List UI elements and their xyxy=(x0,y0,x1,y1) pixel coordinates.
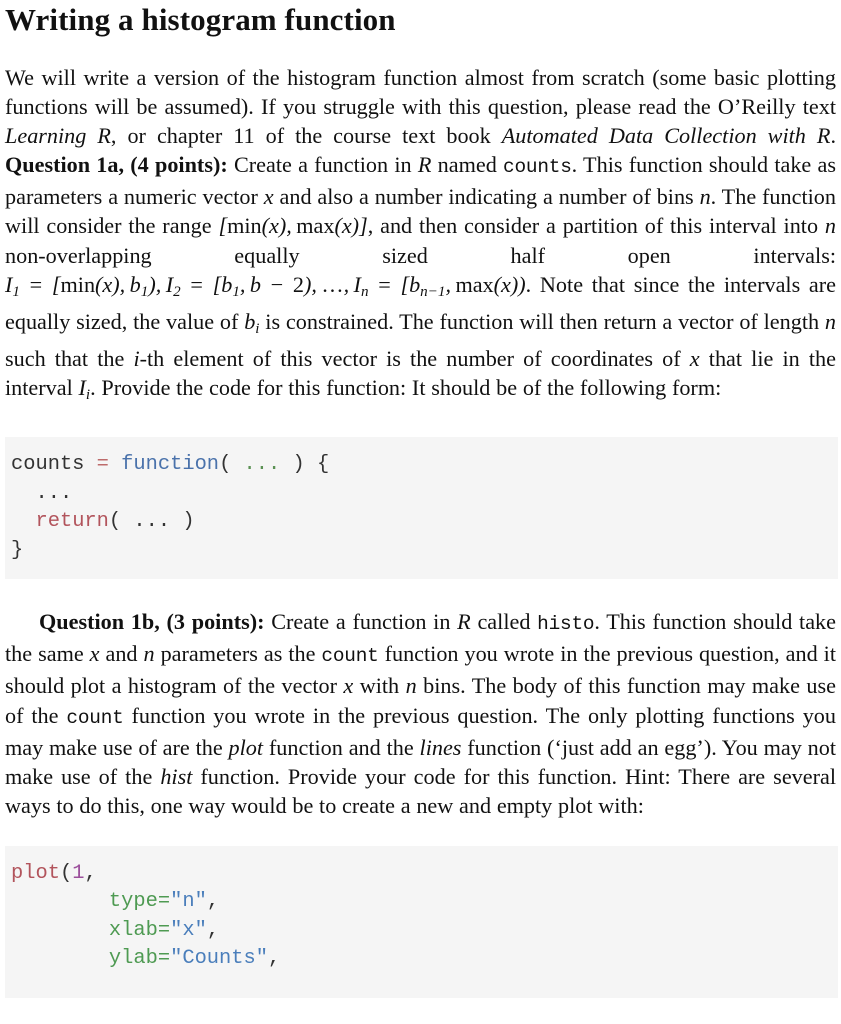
paragraph-1-text-e: named xyxy=(431,152,504,178)
code-identifier-count: count xyxy=(321,645,379,668)
paragraph-2-text-g: with xyxy=(353,673,406,699)
code-token-function-keyword: function xyxy=(121,453,220,477)
paragraph-2-text-d: and xyxy=(99,641,144,667)
math-var-r: R xyxy=(417,152,432,178)
code-block-spacer xyxy=(5,579,836,607)
paragraph-question-1a: We will write a version of the histogram… xyxy=(5,63,836,410)
math-interval-partition: I1 = [min(x), b1), I2 = [b1, b − 2), …, … xyxy=(5,271,526,300)
math-var-n-4: n xyxy=(143,641,155,667)
question-1a-label: Question 1a, (4 points): xyxy=(5,152,228,178)
paragraph-2-text-a: Create a function in xyxy=(264,609,458,635)
page-title: Writing a histogram function xyxy=(5,2,396,37)
document-page: Writing a histogram function We will wri… xyxy=(0,0,841,1024)
code-identifier-count-2: count xyxy=(66,706,124,729)
question-1b-label: Question 1b, (3 points): xyxy=(39,609,265,635)
code-token-ellipsis: ... xyxy=(243,453,281,477)
code-token-string-counts: "Counts" xyxy=(170,947,268,971)
paragraph-1-text-m: such that the xyxy=(5,345,134,371)
code-token: counts xyxy=(11,453,97,477)
code-block-counts-function: counts = function( ... ) { ... return( .… xyxy=(5,437,838,580)
function-name-plot: plot xyxy=(228,734,264,760)
code-token-arg-xlab: xlab= xyxy=(108,918,171,942)
paragraph-1-text-d: Create a function in xyxy=(227,152,418,178)
paragraph-1-text-p: . Provide the code for this function: It… xyxy=(90,375,722,401)
code-block-plot-function: plot(1, type="n", xlab="x", ylab="Counts… xyxy=(5,845,838,998)
code-token-arg-ylab: ylab= xyxy=(108,947,171,971)
math-var-n-5: n xyxy=(405,673,417,699)
code-token: ( xyxy=(219,453,244,477)
math-var-b-i: bi xyxy=(244,308,260,337)
function-name-lines: lines xyxy=(419,734,462,760)
paragraph-1-text-b: , or chapter 11 of the course text book xyxy=(110,123,502,149)
math-var-r-2: R xyxy=(457,609,471,635)
math-var-x-3: x xyxy=(89,641,100,667)
paragraph-2-text-e: parameters as the xyxy=(154,641,322,667)
function-name-hist: hist xyxy=(160,763,193,789)
code-identifier-counts: counts xyxy=(503,156,572,179)
paragraph-1-text-i: , and then consider a partition of this … xyxy=(367,213,825,239)
paragraph-1-text-j: non-overlapping equally sized half open … xyxy=(5,242,836,268)
paragraph-1-text-n: -th element of this vector is the number… xyxy=(139,345,690,371)
code-token-plot-call: plot xyxy=(11,861,60,885)
paragraph-question-1b: Question 1b, (3 points): Create a functi… xyxy=(5,607,836,820)
math-range-expression: [min(x), max(x)] xyxy=(218,213,368,239)
code-token-operator: = xyxy=(96,453,109,477)
paragraph-1-text-l: is constrained. The function will then r… xyxy=(259,308,825,334)
math-var-n-3: n xyxy=(824,308,837,334)
paragraph-2-text-j: function and the xyxy=(263,734,420,760)
math-var-n: n xyxy=(699,184,711,210)
math-var-x-2: x xyxy=(689,345,700,371)
code-token-arg-type: type= xyxy=(108,890,171,914)
math-var-x-4: x xyxy=(343,673,354,699)
code-token: ( xyxy=(59,861,73,885)
paragraph-2-text-b: called xyxy=(470,609,538,635)
paragraph-1-text-c: . xyxy=(830,123,836,149)
code-token-string-n: "n" xyxy=(170,890,207,914)
code-identifier-histo: histo xyxy=(537,613,595,636)
book-title-learning-r: Learning R xyxy=(5,123,111,149)
paragraph-1-text-g: and also a number indicating a number of… xyxy=(273,184,700,210)
book-title-automated-data-collection: Automated Data Collection with R xyxy=(501,123,831,149)
math-var-x: x xyxy=(263,184,274,210)
code-token-string-x: "x" xyxy=(170,918,207,942)
code-token: , xyxy=(268,947,281,971)
math-var-i-sub-i: Ii xyxy=(78,375,91,404)
code-token-number: 1 xyxy=(72,861,85,885)
math-var-n-2: n xyxy=(824,213,837,239)
code-token-return-keyword: return xyxy=(35,510,109,534)
paragraph-1-text: We will write a version of the histogram… xyxy=(5,65,836,120)
